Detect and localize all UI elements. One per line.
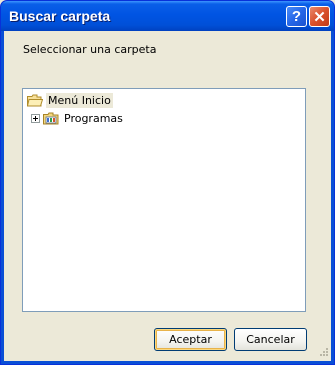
tree-item-programas[interactable]: Programas — [31, 110, 125, 126]
programs-folder-icon — [43, 112, 59, 125]
tree-item-root[interactable]: Menú Inicio — [27, 92, 113, 108]
window-title: Buscar carpeta — [9, 8, 111, 24]
title-bar[interactable]: Buscar carpeta ? ✕ — [1, 1, 334, 31]
cancel-button[interactable]: Cancelar — [234, 328, 307, 351]
close-icon: ✕ — [313, 8, 326, 26]
help-button[interactable]: ? — [286, 6, 307, 27]
tree-item-label: Menú Inicio — [46, 92, 113, 108]
close-button[interactable]: ✕ — [309, 6, 330, 27]
accept-button[interactable]: Aceptar — [154, 328, 227, 351]
resize-grip-icon[interactable] — [317, 347, 329, 359]
dialog-body: Seleccionar una carpeta Menú Inicio Prog… — [4, 31, 331, 361]
expand-icon[interactable] — [31, 113, 40, 123]
browse-folder-dialog: Buscar carpeta ? ✕ Seleccionar una carpe… — [0, 0, 335, 365]
prompt-label: Seleccionar una carpeta — [23, 43, 157, 56]
folder-tree[interactable]: Menú Inicio Programas — [22, 88, 306, 312]
help-icon: ? — [291, 8, 302, 25]
tree-item-label: Programas — [64, 111, 123, 125]
open-folder-icon — [27, 94, 43, 107]
